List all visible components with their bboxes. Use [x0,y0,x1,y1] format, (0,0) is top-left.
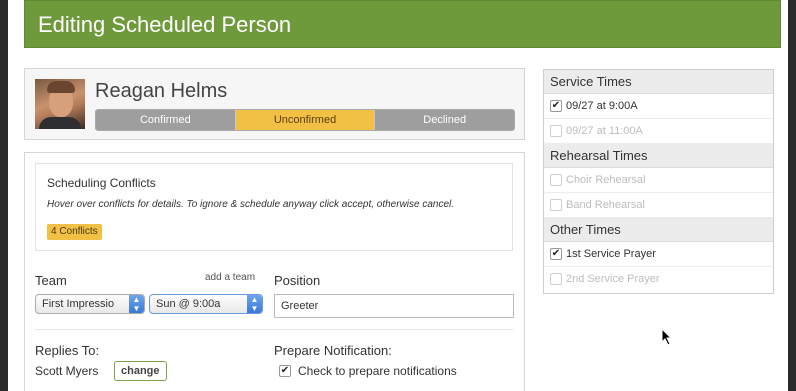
service-time-row[interactable]: 09/27 at 11:00A [544,119,773,144]
other-times-heading: Other Times [544,218,773,242]
service-time-label: 09/27 at 9:00A [566,100,638,112]
rehearsal-time-row[interactable]: Band Rehearsal [544,193,773,218]
add-team-link[interactable]: add a team [205,272,255,283]
change-button[interactable]: change [114,361,167,381]
schedule-form: Scheduling Conflicts Hover over conflict… [24,152,525,391]
conflicts-title: Scheduling Conflicts [47,176,156,190]
checkbox[interactable] [550,125,562,137]
times-panel: Service Times ✔ 09/27 at 9:00A 09/27 at … [543,69,774,294]
status-confirmed-button[interactable]: Confirmed [96,110,236,130]
dialog-window: Editing Scheduled Person Reagan Helms Co… [8,0,788,391]
other-time-label: 2nd Service Prayer [566,273,660,285]
person-name: Reagan Helms [95,80,228,102]
checkbox[interactable] [550,199,562,211]
notification-checkbox[interactable]: ✔ [279,365,291,377]
service-times-heading: Service Times [544,70,773,94]
other-time-label: 1st Service Prayer [566,248,656,260]
replies-label: Replies To: [35,343,100,358]
conflicts-hint: Hover over conflicts for details. To ign… [47,199,455,210]
team-label: Team [35,273,67,288]
conflicts-panel: Scheduling Conflicts Hover over conflict… [35,163,513,251]
divider [35,329,513,330]
time-select[interactable]: Sun @ 9:00a ▲ ▼ [149,294,263,314]
rehearsal-times-heading: Rehearsal Times [544,144,773,168]
time-select-value: Sun @ 9:00a [156,298,221,310]
other-time-row[interactable]: 2nd Service Prayer [544,267,773,292]
team-select-value: First Impressio [42,298,115,310]
avatar [35,79,85,129]
rehearsal-time-row[interactable]: Choir Rehearsal [544,168,773,193]
checkbox[interactable] [550,273,562,285]
rehearsal-time-label: Band Rehearsal [566,199,645,211]
replies-name: Scott Myers [35,364,99,378]
rehearsal-time-label: Choir Rehearsal [566,174,646,186]
dialog-header: Editing Scheduled Person [24,0,781,48]
checkbox-checked[interactable]: ✔ [550,248,562,260]
dialog-title: Editing Scheduled Person [38,12,292,37]
service-time-row[interactable]: ✔ 09/27 at 9:00A [544,94,773,119]
notification-label: Prepare Notification: [274,343,392,358]
position-input[interactable]: Greeter [274,294,514,318]
status-unconfirmed-button[interactable]: Unconfirmed [235,110,376,130]
person-card: Reagan Helms Confirmed Unconfirmed Decli… [24,68,525,140]
notification-checkbox-label: Check to prepare notifications [298,364,457,378]
select-arrows-icon: ▲ ▼ [247,295,262,313]
conflicts-badge[interactable]: 4 Conflicts [47,224,102,240]
checkbox-checked[interactable]: ✔ [550,100,562,112]
service-time-label: 09/27 at 11:00A [566,125,643,137]
mouse-cursor-icon [661,328,673,346]
other-time-row[interactable]: ✔ 1st Service Prayer [544,242,773,267]
position-label: Position [274,273,321,288]
team-select[interactable]: First Impressio ▲ ▼ [35,294,145,314]
select-arrows-icon: ▲ ▼ [129,295,144,313]
status-selector: Confirmed Unconfirmed Declined [95,109,515,131]
checkbox[interactable] [550,174,562,186]
status-declined-button[interactable]: Declined [375,110,514,130]
